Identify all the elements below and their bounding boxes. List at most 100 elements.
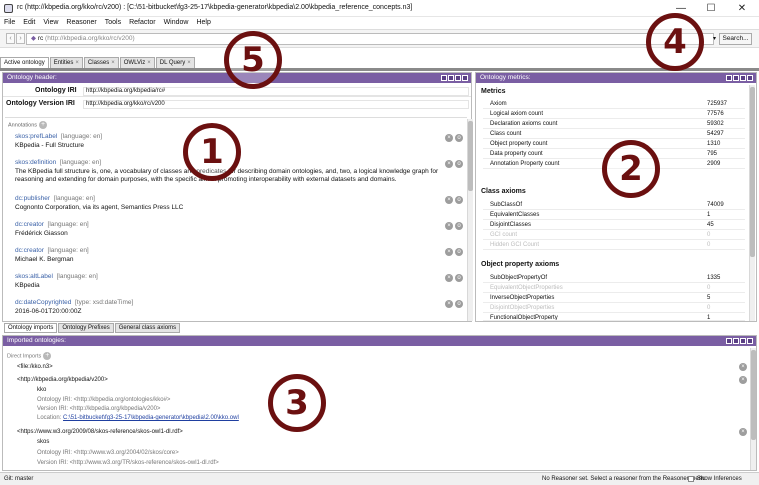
delete-annotation-icon[interactable]: × (445, 160, 453, 168)
close-button[interactable]: ✕ (727, 0, 757, 17)
search-button[interactable]: Search... (719, 33, 752, 45)
import-skos-iri[interactable]: <https://www.w3.org/2009/08/skos-referen… (17, 429, 183, 435)
close-icon[interactable] (747, 338, 753, 344)
annotations-scrollbar[interactable] (467, 119, 473, 321)
metric-value: 59302 (707, 121, 724, 127)
import-kko-ontology-iri: Ontology IRI: <http://kbpedia.org/ontolo… (37, 397, 171, 403)
delete-annotation-icon[interactable]: × (445, 248, 453, 256)
import-kko-iri[interactable]: <http://kbpedia.org/kbpedia/v200> (17, 377, 108, 383)
annotation-value: 2016-06-01T20:00:00Z (15, 308, 82, 315)
tab-ontology-prefixes[interactable]: Ontology Prefixes (58, 323, 114, 333)
metric-label: GCI count (490, 232, 518, 238)
metric-label: DisjointClasses (490, 222, 532, 228)
scrollbar-thumb[interactable] (468, 121, 473, 191)
metrics-section-heading: Class axioms (481, 188, 526, 195)
annotation-key[interactable]: skos:definition (15, 159, 56, 166)
show-inferences-checkbox[interactable] (688, 476, 694, 482)
float-icon[interactable] (733, 75, 739, 81)
annotation-key[interactable]: dc:creator (15, 247, 44, 254)
ontology-version-label: Ontology Version IRI (6, 100, 75, 107)
tab-entities[interactable]: Entities × (49, 57, 83, 68)
delete-annotation-icon[interactable]: × (445, 274, 453, 282)
help-icon[interactable] (726, 75, 732, 81)
ontology-version-input[interactable]: http://kbpedia.org/kko/rc/v200 (83, 100, 469, 109)
maximize-button[interactable]: ☐ (696, 0, 726, 17)
delete-annotation-icon[interactable]: × (445, 196, 453, 204)
remove-import-icon[interactable]: × (739, 363, 747, 371)
tab-classes[interactable]: Classes × (83, 57, 119, 68)
maximize-icon[interactable] (455, 75, 461, 81)
location-label: Location: (37, 415, 62, 421)
metric-value: 74009 (707, 202, 724, 208)
menu-tools[interactable]: Tools (101, 17, 125, 29)
metric-value: 0 (707, 285, 711, 291)
menu-help[interactable]: Help (192, 17, 214, 29)
edit-annotation-icon[interactable]: o (455, 274, 463, 282)
tab-owlviz[interactable]: OWLViz × (119, 57, 155, 68)
annotation-key[interactable]: dc:creator (15, 221, 44, 228)
metric-row: DisjointObjectProperties 0 (483, 303, 745, 313)
close-icon[interactable]: × (187, 60, 191, 66)
remove-import-icon[interactable]: × (739, 428, 747, 436)
edit-annotation-icon[interactable]: o (455, 160, 463, 168)
imports-scrollbar[interactable] (750, 348, 756, 470)
import-kko-version-iri: Version IRI: <http://kbpedia.org/kbpedia… (37, 406, 161, 412)
help-icon[interactable] (441, 75, 447, 81)
annotation-key[interactable]: skos:altLabel (15, 273, 53, 280)
delete-annotation-icon[interactable]: × (445, 222, 453, 230)
panel-controls[interactable] (725, 75, 753, 85)
metric-label: Axiom (490, 101, 507, 107)
location-link[interactable]: C:\51-bitbucket\fg3-25-17\kbpedia-genera… (63, 415, 239, 421)
menu-view[interactable]: View (39, 17, 62, 29)
scrollbar-thumb[interactable] (750, 87, 755, 257)
float-icon[interactable] (448, 75, 454, 81)
scrollbar-thumb[interactable] (751, 350, 756, 440)
help-icon[interactable] (726, 338, 732, 344)
metric-label: InverseObjectProperties (490, 295, 555, 301)
tab-general-class-axioms[interactable]: General class axioms (114, 323, 181, 333)
close-icon[interactable]: × (111, 60, 115, 66)
metric-label: Object property count (490, 141, 548, 147)
delete-annotation-icon[interactable]: × (445, 300, 453, 308)
annotation-item: dc:publisher [language: en] Cognonto Cor… (15, 195, 463, 212)
menu-reasoner[interactable]: Reasoner (62, 17, 100, 29)
back-button[interactable]: ‹ (6, 33, 15, 44)
edit-annotation-icon[interactable]: o (455, 196, 463, 204)
add-import-icon[interactable]: + (43, 352, 52, 360)
edit-annotation-icon[interactable]: o (455, 134, 463, 142)
maximize-icon[interactable] (740, 338, 746, 344)
close-icon[interactable] (747, 75, 753, 81)
menu-window[interactable]: Window (160, 17, 193, 29)
annotation-key[interactable]: dc:dateCopyrighted (15, 299, 71, 306)
edit-annotation-icon[interactable]: o (455, 300, 463, 308)
menu-file[interactable]: File (0, 17, 19, 29)
menu-refactor[interactable]: Refactor (125, 17, 159, 29)
annotation-key[interactable]: skos:prefLabel (15, 133, 57, 140)
ontology-version-row: Ontology Version IRI http://kbpedia.org/… (3, 98, 471, 110)
metric-row: SubClassOf 74009 (483, 200, 745, 210)
close-icon[interactable] (462, 75, 468, 81)
tab-active-ontology[interactable]: Active ontology (0, 57, 49, 68)
menu-edit[interactable]: Edit (19, 17, 39, 29)
ontology-iri-input[interactable]: http://kbpedia.org/kbpedia/rc# (83, 87, 469, 96)
metrics-scrollbar[interactable] (749, 85, 755, 321)
tab-dl-query[interactable]: DL Query × (155, 57, 195, 68)
panel-controls[interactable] (725, 338, 753, 348)
add-annotation-icon[interactable]: + (39, 121, 48, 129)
delete-annotation-icon[interactable]: × (445, 134, 453, 142)
tab-ontology-imports[interactable]: Ontology imports (4, 323, 58, 333)
remove-import-icon[interactable]: × (739, 376, 747, 384)
annotation-value: Frédérick Giasson (15, 230, 68, 237)
panel-controls[interactable] (440, 75, 468, 85)
edit-annotation-icon[interactable]: o (455, 222, 463, 230)
ontology-address-field[interactable]: ◆ rc (http://kbpedia.org/kko/rc/v200) (26, 33, 714, 45)
close-icon[interactable]: × (75, 60, 79, 66)
forward-button[interactable]: › (16, 33, 25, 44)
edit-annotation-icon[interactable]: o (455, 248, 463, 256)
float-icon[interactable] (733, 338, 739, 344)
import-file[interactable]: <file:/kko.n3> (17, 364, 53, 370)
annotation-key[interactable]: dc:publisher (15, 195, 50, 202)
close-icon[interactable]: × (147, 60, 151, 66)
maximize-icon[interactable] (740, 75, 746, 81)
metric-value: 0 (707, 232, 711, 238)
